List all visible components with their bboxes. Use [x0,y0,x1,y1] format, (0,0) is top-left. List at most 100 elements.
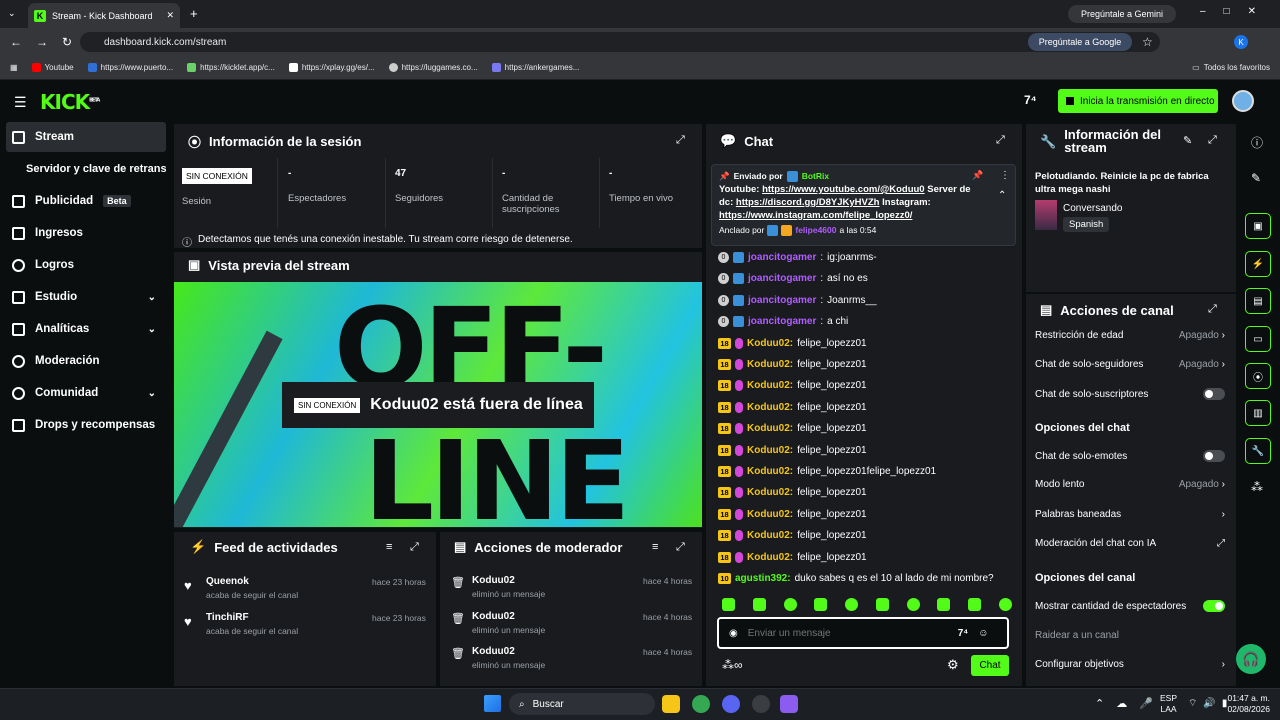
apps-icon[interactable]: ▦ [10,63,18,72]
option-goals[interactable]: Configurar objetivos › [1035,659,1225,670]
language-indicator[interactable]: ESP LAA [1160,693,1177,715]
emote-icon[interactable] [937,598,951,611]
bookmark[interactable]: https://www.puerto... [87,63,173,72]
new-tab-icon[interactable]: + [190,6,198,21]
bookmark[interactable]: https://ankergames... [491,63,579,72]
translate-icon[interactable]: 7⁴ [958,628,969,639]
emote-icon[interactable] [814,598,828,611]
chat-message[interactable]: 18 Koduu02: felipe_lopezz01 [718,444,867,456]
bolt-icon[interactable]: ⚡ [1245,251,1271,277]
emoji-icon[interactable]: ☺ [978,628,988,639]
emote-icon[interactable] [906,598,920,611]
sidebar-item-analytics[interactable]: Analíticas ⌄ [6,314,166,344]
taskbar-search[interactable]: ⌕ Buscar [509,693,655,715]
chat-message[interactable]: 10 agustin392: duko sabes q es el 10 al la… [718,573,994,584]
wrench-icon[interactable]: 🔧 [1245,438,1271,464]
subs-only-toggle[interactable] [1203,388,1225,400]
nav-icons[interactable]: ←→↻ [10,35,86,49]
info-icon[interactable]: ⓘ [1251,134,1263,151]
chat-username[interactable]: Koduu02: [747,552,793,563]
chat-username[interactable]: Koduu02: [747,509,793,520]
kick-logo[interactable]: KICKBETA [40,90,100,114]
chat-username[interactable]: Koduu02: [747,338,793,349]
filter-icon[interactable]: ≡ [652,541,658,553]
star-icon[interactable]: ☆ [1142,35,1153,49]
filter-icon[interactable]: ≡ [386,541,392,553]
go-live-button[interactable]: Inicia la transmisión en directo [1058,89,1218,113]
expand-icon[interactable]: ⤢ [410,541,419,554]
bookmark[interactable]: https://xplay.gg/es/... [288,63,375,72]
more-icon[interactable]: ⋮ [1000,170,1010,181]
emote-icon[interactable] [968,598,982,611]
close-tab-icon[interactable]: ✕ [166,10,174,21]
translate-icon[interactable]: 7⁴ [1024,93,1037,107]
show-viewers-toggle[interactable] [1203,600,1225,612]
sidebar-item-server-key[interactable]: Servidor y clave de retransmisión [6,154,166,184]
ask-google-button[interactable]: Pregúntale a Google [1028,33,1132,51]
users-icon[interactable]: ⁂ [1251,480,1263,494]
chat-message[interactable]: 0 joancitogamer: así no es [718,273,868,285]
profile-avatar[interactable]: K [1234,35,1248,49]
chat-message[interactable]: 18 Koduu02: felipe_lopezz01 [718,401,867,413]
sidebar-item-moderation[interactable]: Moderación [6,346,166,376]
chat-message[interactable]: 18 Koduu02: felipe_lopezz01 [718,508,867,520]
edit-icon[interactable]: ✎ [1251,171,1261,185]
expand-icon[interactable]: ⤢ [996,134,1005,147]
sidebar-item-community[interactable]: Comunidad ⌄ [6,378,166,408]
emote-icon[interactable] [752,598,766,611]
collapse-icon[interactable]: ⌃ [998,190,1006,201]
pinned-link[interactable]: https://discord.gg/D8YJKyHVZh [736,197,880,208]
sidebar-item-achievements[interactable]: Logros [6,250,166,280]
expand-icon[interactable]: ⤢ [676,134,685,147]
sidebar-item-ads[interactable]: Publicidad Beta [6,186,166,216]
chat-message[interactable]: 18 Koduu02: felipe_lopezz01 [718,359,867,370]
chat-username[interactable]: Koduu02: [747,530,793,541]
windows-start-icon[interactable] [484,695,501,712]
chat-username[interactable]: Koduu02: [747,359,793,370]
option-followers-only[interactable]: Chat de solo-seguidores Apagado › [1035,359,1225,370]
chat-username[interactable]: joancitogamer [748,295,816,306]
option-slow-mode[interactable]: Modo lento Apagado › [1035,479,1225,490]
chat-username[interactable]: Koduu02: [747,380,793,391]
support-button[interactable]: 🎧 [1236,644,1266,674]
option-banned-words[interactable]: Palabras baneadas › [1035,509,1225,520]
chat-username[interactable]: agustin392: [735,573,791,584]
emote-icon[interactable] [722,598,735,611]
chat-message[interactable]: 0 joancitogamer: ig:joanrms- [718,252,877,263]
document-icon[interactable]: ▤ [1245,288,1271,314]
chat-message[interactable]: 18 Koduu02: felipe_lopezz01 [718,551,867,563]
edit-icon[interactable]: ✎ [1183,134,1192,147]
expand-icon[interactable]: ⤢ [1208,134,1217,147]
bookmark[interactable]: Youtube [31,63,74,72]
chat-username[interactable]: Koduu02: [747,423,793,434]
tray-icons[interactable]: ⌃☁🎤 [1095,697,1165,710]
emote-icon[interactable] [783,598,797,611]
window-controls[interactable]: –□✕ [1200,6,1274,17]
pinned-message[interactable]: 📌 Enviado por BotRix Youtube: https://www.… [711,164,1016,246]
stream-preview[interactable]: OFF- LINE SIN CONEXIÓN Koduu02 está fuer… [174,282,702,527]
chat-username[interactable]: Koduu02: [747,466,793,477]
menu-icon[interactable]: ☰ [14,94,27,111]
clock[interactable]: 01:47 a. m. 02/08/2026 [1222,693,1270,715]
tab-search-icon[interactable]: ⌄ [8,8,16,19]
send-chat-button[interactable]: Chat [971,655,1009,676]
pinned-link[interactable]: https://www.youtube.com/@Koduu0 [762,184,925,195]
chat-message[interactable]: 18 Koduu02: felipe_lopezz01 [718,423,867,435]
chat-username[interactable]: joancitogamer [748,273,816,284]
all-bookmarks[interactable]: ▭ Todos los favoritos [1192,63,1270,72]
bookmark[interactable]: https://kicklet.app/c... [187,63,275,72]
emote-icon[interactable] [998,598,1012,611]
url-field[interactable]: dashboard.kick.com/stream [80,32,1160,52]
discord-icon[interactable] [722,695,740,713]
chat-message[interactable]: 18 Koduu02: felipe_lopezz01 [718,337,867,349]
chat-message[interactable]: 18 Koduu02: felipe_lopezz01 [718,487,867,499]
chrome-icon[interactable] [692,695,710,713]
emote-icon[interactable] [875,598,889,611]
gear-icon[interactable]: ⚙ [947,657,959,673]
bookmark[interactable]: https://luggames.co... [388,63,478,72]
broadcast-icon[interactable]: ⦿ [1245,363,1271,389]
chat-message[interactable]: 18 Koduu02: felipe_lopezz01felipe_lopezz01 [718,466,936,477]
chat-username[interactable]: Koduu02: [747,402,793,413]
chat-username[interactable]: Koduu02: [747,487,793,498]
chat-message[interactable]: 18 Koduu02: felipe_lopezz01 [718,530,867,542]
